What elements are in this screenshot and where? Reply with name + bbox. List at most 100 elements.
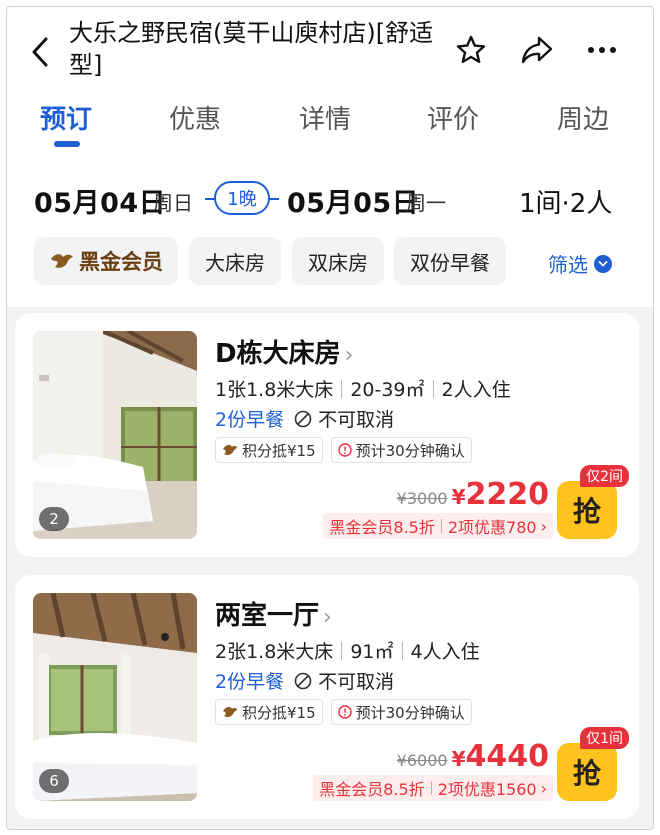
checkin-weekday: 周日: [153, 191, 193, 215]
confirm-tag: 预计30分钟确认: [330, 437, 472, 463]
no-entry-icon: [294, 410, 312, 427]
breakfast-info: 2份早餐: [215, 409, 285, 431]
photo-count: 2: [39, 507, 69, 531]
coin-icon: [223, 706, 237, 718]
filter-label: 筛选: [548, 253, 588, 277]
points-tag-text: 积分抵¥15: [242, 441, 316, 460]
back-button[interactable]: [25, 35, 55, 69]
tag-row: 积分抵¥15 预计30分钟确认: [215, 699, 480, 725]
page-title: 大乐之野民宿(莫干山庾村店)[舒适型]: [69, 19, 434, 79]
member-discount: 黑金会员8.5折: [319, 780, 425, 799]
filter-chip-twin-bed[interactable]: 双床房: [292, 237, 384, 285]
bird-icon: [51, 254, 73, 268]
rooms-guests[interactable]: 1间·2人: [519, 183, 612, 220]
more-icon: [588, 47, 616, 53]
tab-nearby[interactable]: 周边: [557, 99, 609, 136]
book-button[interactable]: 抢: [557, 481, 617, 539]
occupancy-info: 2人入住: [441, 379, 511, 401]
chevron-right-icon: ›: [540, 778, 547, 798]
filter-button[interactable]: 筛选: [548, 249, 612, 278]
checkin-date[interactable]: 05月04日: [34, 181, 166, 220]
tab-offers[interactable]: 优惠: [169, 99, 221, 136]
more-button[interactable]: [585, 33, 619, 67]
policy-row: 2份早餐 不可取消: [215, 405, 394, 432]
chip-fade: [505, 237, 535, 287]
nights-badge: 1晚: [214, 181, 270, 215]
confirm-tag: 预计30分钟确认: [330, 699, 472, 725]
favorite-button[interactable]: [454, 33, 488, 67]
discount-info[interactable]: 黑金会员8.5折 2项优惠1560 ›: [313, 775, 553, 801]
no-entry-icon: [294, 672, 312, 689]
photo-count: 6: [39, 769, 69, 793]
chevron-down-icon: [594, 254, 612, 273]
tag-row: 积分抵¥15 预计30分钟确认: [215, 437, 480, 463]
tab-booking[interactable]: 预订: [40, 99, 92, 136]
original-price: ¥6000: [396, 751, 448, 770]
promo-info: 2项优惠1560: [437, 780, 537, 799]
bed-info: 1张1.8米大床: [215, 379, 334, 401]
filter-bar: 黑金会员 大床房 双床房 双份早餐 筛选: [7, 237, 653, 289]
header: 大乐之野民宿(莫干山庾村店)[舒适型] 预订 优惠 详情 评价 周边 05月04…: [7, 7, 653, 307]
tab-bar: 预订 优惠 详情 评价 周边: [7, 99, 653, 149]
star-icon: [456, 35, 486, 63]
room-name-text: D栋大床房: [215, 339, 341, 369]
tab-details[interactable]: 详情: [299, 99, 351, 136]
original-price: ¥3000: [396, 489, 448, 508]
active-tab-indicator: [54, 141, 80, 147]
checkout-weekday: 周一: [406, 191, 446, 215]
room-photo[interactable]: 6: [33, 593, 197, 801]
chevron-right-icon: ›: [540, 516, 547, 536]
cancel-policy-text: 不可取消: [318, 409, 395, 431]
room-photo[interactable]: 2: [33, 331, 197, 539]
points-tag-text: 积分抵¥15: [242, 703, 316, 722]
book-button[interactable]: 抢: [557, 743, 617, 801]
chevron-right-icon: ›: [323, 605, 332, 630]
rooms-left-badge: 仅1间: [580, 727, 629, 749]
share-icon: [521, 36, 553, 64]
room-card[interactable]: 6 两室一厅 › 2张1.8米大床 91㎡ 4人入住 2份早餐 不可取消 积分抵¥…: [15, 575, 639, 819]
coin-icon: [223, 444, 237, 456]
points-tag: 积分抵¥15: [215, 699, 323, 725]
cancel-policy: 不可取消: [294, 667, 394, 694]
clock-alert-icon: [337, 443, 352, 457]
rooms-left-badge: 仅2间: [580, 465, 629, 487]
member-filter-label: 黑金会员: [79, 250, 163, 274]
cancel-policy: 不可取消: [294, 405, 394, 432]
price-row: ¥3000 ¥ 2220: [397, 477, 549, 512]
occupancy-info: 4人入住: [410, 641, 480, 663]
points-tag: 积分抵¥15: [215, 437, 323, 463]
member-filter-chip[interactable]: 黑金会员: [34, 237, 178, 285]
clock-alert-icon: [337, 705, 352, 719]
chevron-right-icon: ›: [344, 343, 354, 368]
room-name[interactable]: D栋大床房 ›: [215, 333, 353, 370]
tab-reviews[interactable]: 评价: [427, 99, 479, 136]
currency-symbol: ¥: [451, 485, 466, 509]
checkout-date[interactable]: 05月05日: [287, 181, 419, 220]
area-info: 91㎡: [350, 641, 394, 663]
room-specs: 1张1.8米大床 20-39㎡ 2人入住: [215, 375, 511, 402]
policy-row: 2份早餐 不可取消: [215, 667, 394, 694]
confirm-tag-text: 预计30分钟确认: [355, 441, 465, 460]
filter-chip-double-breakfast[interactable]: 双份早餐: [394, 237, 506, 285]
price-row: ¥6000 ¥ 4440: [397, 739, 549, 774]
breakfast-info: 2份早餐: [215, 671, 285, 693]
app-frame: 大乐之野民宿(莫干山庾村店)[舒适型] 预订 优惠 详情 评价 周边 05月04…: [6, 6, 654, 830]
promo-info: 2项优惠780: [447, 518, 537, 537]
currency-symbol: ¥: [451, 747, 466, 771]
room-card[interactable]: 2 D栋大床房 › 1张1.8米大床 20-39㎡ 2人入住 2份早餐 不可取消 …: [15, 313, 639, 557]
discount-info[interactable]: 黑金会员8.5折 2项优惠780 ›: [323, 513, 553, 539]
share-button[interactable]: [520, 33, 554, 67]
member-discount: 黑金会员8.5折: [329, 518, 435, 537]
filter-chip-king-bed[interactable]: 大床房: [189, 237, 281, 285]
current-price: 2220: [465, 477, 550, 512]
date-selector[interactable]: 05月04日 周日 1晚 05月05日 周一 1间·2人: [7, 177, 653, 227]
confirm-tag-text: 预计30分钟确认: [355, 703, 465, 722]
back-icon: [32, 37, 48, 67]
room-name[interactable]: 两室一厅 ›: [215, 595, 332, 632]
nights-line-right: [269, 198, 279, 200]
area-info: 20-39㎡: [350, 379, 425, 401]
bed-info: 2张1.8米大床: [215, 641, 334, 663]
room-name-text: 两室一厅: [215, 601, 320, 631]
room-specs: 2张1.8米大床 91㎡ 4人入住: [215, 637, 480, 664]
cancel-policy-text: 不可取消: [318, 671, 395, 693]
